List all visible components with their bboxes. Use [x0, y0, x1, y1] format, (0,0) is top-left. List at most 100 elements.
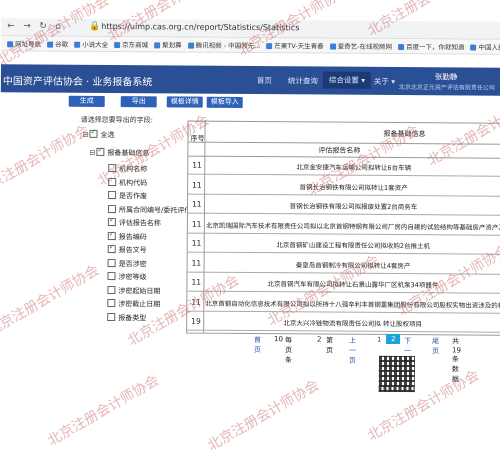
bookmark-label: 百度一下，你就知道 — [406, 43, 465, 51]
row-report-name: 北京金安捷汽车运输公司拟转让6台车辆 — [206, 161, 500, 173]
pager-page-input[interactable]: 2 — [317, 335, 322, 343]
reload-icon[interactable]: ↻ — [39, 22, 47, 32]
table-row[interactable]: 11北京凯瑞国际汽车技术有限责任公司拟以北京首钢特钢有限公司厂房内自建的试验结构… — [188, 215, 500, 235]
table-row[interactable]: 11秦皇岛首钢制冷有限公司拟转让4套房产 — [188, 254, 500, 274]
table-row[interactable]: 11首钢长治钢铁有限公司拟转让1套资产 — [188, 176, 500, 196]
bookmark-item[interactable]: 网址导航 — [7, 38, 41, 48]
bookmark-item[interactable]: 谷歌 — [47, 39, 68, 49]
bookmark-label: 小说大全 — [82, 41, 108, 49]
row-report-name: 首钢长治钢铁有限公司拟转让1套资产 — [206, 180, 500, 192]
user-name[interactable]: 张勤静 — [435, 71, 458, 82]
field-item[interactable]: 涉密起始日期 — [107, 286, 160, 296]
field-item[interactable]: 评估报告名称 — [108, 218, 161, 228]
tree-toggle-icon[interactable]: ⊟ — [82, 131, 89, 139]
nav-stats[interactable]: 统计查询 — [288, 75, 318, 86]
bookmark-icon — [47, 42, 53, 48]
pager-size[interactable]: 10 — [274, 335, 283, 343]
nav-about[interactable]: 关于 ▾ — [374, 76, 395, 87]
field-label: 机构代码 — [119, 179, 147, 187]
pager-prev[interactable]: 上一页 — [349, 336, 356, 366]
bookmarks-bar: 网址导航谷歌 小说大全 京东商城聚划算 腾讯视频 - 中国领先... 芒果TV-天生青春… — [1, 36, 500, 54]
bookmark-label: 中国人民银行-首页 — [479, 44, 500, 52]
checkbox[interactable] — [108, 232, 116, 240]
pager-last[interactable]: 尾页 — [432, 336, 439, 356]
checkbox[interactable] — [89, 130, 97, 138]
bookmark-icon — [7, 41, 13, 47]
row-seq: 11 — [192, 161, 202, 170]
select-all-row[interactable]: ⊟ 全选 — [82, 130, 114, 140]
field-item[interactable]: 涉密等级 — [107, 272, 146, 282]
field-item[interactable]: 报告文号 — [108, 245, 147, 255]
bookmark-item[interactable]: 百度一下，你就知道 — [398, 41, 465, 51]
nav-settings[interactable]: 综合设置 ▾ — [323, 72, 371, 89]
app-title: 中国资产评估协会 · 业务报备系统 — [3, 72, 153, 88]
checkbox[interactable] — [108, 259, 116, 267]
checkbox[interactable] — [108, 178, 116, 186]
back-icon[interactable]: ← — [7, 21, 15, 31]
bookmark-item[interactable]: 京东商城 — [114, 39, 148, 49]
field-item[interactable]: 报告编码 — [108, 232, 147, 242]
forward-icon[interactable]: → — [23, 21, 31, 31]
lock-icon: 🔒 — [89, 22, 100, 32]
home-icon[interactable]: ⌂ — [55, 22, 61, 32]
bookmark-item[interactable]: 爱奇艺-在线视频网 — [330, 41, 392, 51]
checkbox[interactable] — [107, 272, 115, 280]
bookmark-icon — [266, 43, 272, 49]
bookmark-label: 芒果TV-天生青春 — [274, 42, 323, 50]
table-row[interactable]: 11北京首钢自动化信息技术有限公司拟以所持十八强辛利丰首钢重集团股份有限公司股权… — [187, 293, 500, 313]
table-row[interactable]: 11北京首钢汽车有限公司拟转让石景山露华厂区机泵34项器件 — [187, 274, 500, 294]
pager-page-2[interactable]: 2 — [386, 334, 401, 344]
field-label: 报备基础信息 — [107, 149, 149, 157]
generate-button[interactable]: 生成 — [69, 96, 105, 107]
bookmark-item[interactable]: 腾讯视频 - 中国领先... — [188, 40, 261, 51]
table-row[interactable]: 11北京首钢矿山建设工程有限责任公司拟收购2台推土机 — [188, 235, 500, 255]
bookmark-item[interactable]: 小说大全 — [74, 39, 108, 49]
bookmark-icon — [471, 45, 477, 51]
table-row[interactable]: 11首钢长治钢铁有限公司拟报废处置2台商务车 — [188, 196, 500, 216]
pager-total: 共19条数据 — [452, 336, 461, 384]
field-item[interactable]: 是否涉密 — [108, 259, 147, 269]
row-report-name: 北京凯瑞国际汽车技术有限责任公司拟以北京首钢特钢有限公司厂房内自建的试验结构等基… — [206, 219, 500, 231]
field-label: 涉密截止日期 — [118, 300, 160, 308]
nav-home[interactable]: 首页 — [257, 75, 272, 86]
checkbox[interactable] — [108, 164, 116, 172]
checkbox[interactable] — [108, 205, 116, 213]
field-hint: 请选择您要导出的字段: — [81, 115, 153, 126]
table-row[interactable]: 19北京大兴冷链物流有限责任公司拟 转让股权项目 — [187, 313, 500, 333]
template-import-button[interactable]: 模板导入 — [207, 97, 243, 108]
field-label: 涉密起始日期 — [118, 287, 160, 295]
field-label: 报备类型 — [118, 314, 146, 322]
checkbox[interactable] — [96, 148, 104, 156]
field-label: 全选 — [100, 131, 114, 139]
pager-first[interactable]: 首页 — [254, 335, 261, 355]
pager-page-1[interactable]: 1 — [377, 336, 382, 344]
checkbox[interactable] — [108, 218, 116, 226]
field-item[interactable]: 机构代码 — [108, 178, 147, 188]
row-report-name: 北京首钢自动化信息技术有限公司拟以所持十八强辛利丰首钢重集团股份有限公司股权实物… — [205, 297, 500, 309]
template-detail-button[interactable]: 模板详情 — [167, 96, 203, 107]
table-row[interactable]: 11 北京金安捷汽车运输公司拟转让6台车辆 — [188, 157, 500, 177]
field-label: 是否涉密 — [119, 260, 147, 268]
field-item[interactable]: 是否作废 — [108, 191, 147, 201]
field-item[interactable]: 涉密截止日期 — [107, 299, 160, 309]
checkbox[interactable] — [107, 313, 115, 321]
checkbox[interactable] — [107, 286, 115, 294]
bookmark-item[interactable]: 中国人民银行-首页 — [471, 42, 500, 52]
checkbox[interactable] — [107, 299, 115, 307]
row-report-name: 秦皇岛首钢制冷有限公司拟转让4套房产 — [206, 258, 500, 270]
row-seq: 11 — [191, 278, 201, 287]
tree-toggle-icon[interactable]: ⊟ — [89, 149, 96, 157]
url-text[interactable]: https://uimp.cas.org.cn/report/Statistic… — [101, 22, 299, 32]
bookmark-item[interactable]: 聚划算 — [154, 39, 182, 49]
field-label: 机构名称 — [119, 165, 147, 173]
bookmark-label: 腾讯视频 - 中国领先... — [196, 42, 261, 50]
bookmark-label: 京东商城 — [122, 41, 148, 49]
bookmark-icon — [114, 42, 120, 48]
field-item[interactable]: 报备类型 — [107, 313, 146, 323]
checkbox[interactable] — [108, 245, 116, 253]
checkbox[interactable] — [108, 191, 116, 199]
field-item[interactable]: 机构名称 — [108, 164, 147, 174]
group-row[interactable]: ⊟ 报备基础信息 — [89, 148, 149, 158]
bookmark-item[interactable]: 芒果TV-天生青春 — [266, 40, 323, 50]
export-button[interactable]: 导出 — [121, 96, 157, 107]
